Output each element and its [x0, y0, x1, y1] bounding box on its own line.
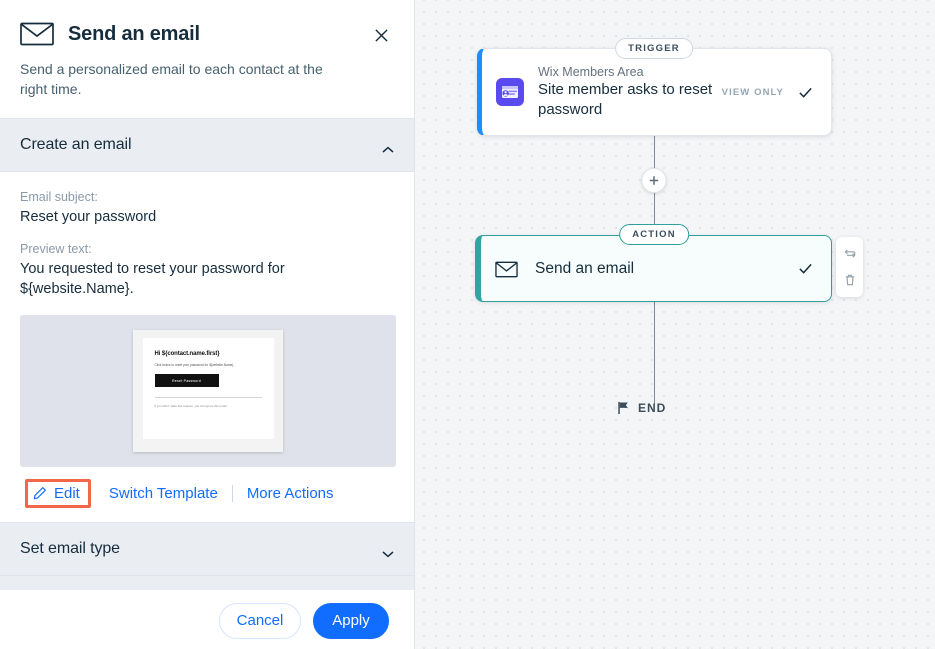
template-heading: Hi ${contact.name.first} [154, 350, 220, 357]
section-header-create-an-email[interactable]: Create an email [0, 117, 414, 172]
swap-arrows-icon[interactable] [843, 247, 857, 261]
template-cta-button: Reset Password [154, 374, 219, 388]
preview-text-label: Preview text: [20, 242, 92, 257]
email-template-body: Hi ${contact.name.first} Click below to … [142, 337, 274, 439]
members-area-icon [496, 78, 524, 106]
panel-header: Send an email Send a personalized email … [0, 0, 414, 118]
chevron-up-icon [382, 141, 394, 153]
preview-text-value: You requested to reset your password for… [20, 261, 285, 298]
trigger-badge: TRIGGER [615, 38, 693, 59]
email-subject-label: Email subject: [20, 189, 98, 204]
check-icon [798, 85, 813, 100]
trash-icon[interactable] [843, 273, 857, 287]
preview-text-field: Preview text: You requested to reset you… [20, 242, 394, 300]
template-actions-row: Edit Switch Template More Actions [0, 467, 414, 522]
close-icon[interactable] [370, 24, 392, 46]
envelope-icon [20, 22, 54, 46]
end-label: END [638, 401, 667, 415]
automation-canvas[interactable]: TRIGGER Wix Members Area Site member ask… [415, 0, 935, 649]
template-footer-text: If you didn't make this request, you can… [154, 404, 228, 409]
email-template-card: Hi ${contact.name.first} Click below to … [133, 329, 283, 452]
trigger-text: Wix Members Area Site member asks to res… [538, 64, 722, 120]
action-node-send-an-email[interactable]: Send an email [475, 235, 832, 302]
apply-button[interactable]: Apply [313, 602, 389, 639]
more-actions-button[interactable]: More Actions [247, 485, 334, 502]
action-settings-panel: Send an email Send a personalized email … [0, 0, 415, 649]
flag-icon [617, 401, 630, 415]
action-badge: ACTION [619, 224, 689, 245]
edit-button[interactable]: Edit [25, 478, 91, 508]
envelope-icon [495, 261, 518, 277]
chevron-down-icon [382, 545, 394, 558]
cancel-button[interactable]: Cancel [219, 602, 301, 639]
trigger-node[interactable]: Wix Members Area Site member asks to res… [477, 48, 832, 136]
page-title: Send an email [68, 22, 200, 45]
node-toolbar [836, 237, 863, 297]
panel-title-row: Send an email [20, 22, 394, 46]
pencil-icon [33, 486, 47, 500]
edit-button-label: Edit [54, 484, 80, 502]
template-divider [154, 397, 262, 399]
section-body-create-an-email: Email subject: Reset your password Previ… [0, 172, 414, 467]
action-separator [231, 484, 233, 502]
automation-editor: Send an email Send a personalized email … [0, 0, 935, 649]
trigger-app-name: Wix Members Area [538, 65, 644, 80]
panel-subtitle: Send a personalized email to each contac… [20, 61, 323, 97]
section-header-set-email-type[interactable]: Set email type [0, 521, 414, 575]
add-step-button[interactable] [641, 168, 667, 193]
template-body-text: Click below to reset your password for $… [154, 362, 235, 367]
email-template-preview[interactable]: Hi ${contact.name.first} Click below to … [20, 314, 396, 467]
section-strip-partial [0, 574, 414, 590]
trigger-title: Site member asks to reset password [538, 81, 713, 119]
connector-action-to-end [654, 302, 655, 405]
section-title-set-email-type: Set email type [20, 539, 120, 557]
email-subject-value: Reset your password [20, 208, 157, 225]
section-title-create-an-email: Create an email [20, 135, 132, 153]
panel-footer: Cancel Apply [0, 592, 414, 649]
view-only-badge: VIEW ONLY [721, 86, 784, 98]
check-icon [798, 261, 813, 276]
email-subject-field: Email subject: Reset your password [20, 190, 394, 227]
end-marker: END [617, 401, 666, 415]
action-node-title: Send an email [535, 259, 635, 277]
switch-template-button[interactable]: Switch Template [109, 485, 218, 502]
